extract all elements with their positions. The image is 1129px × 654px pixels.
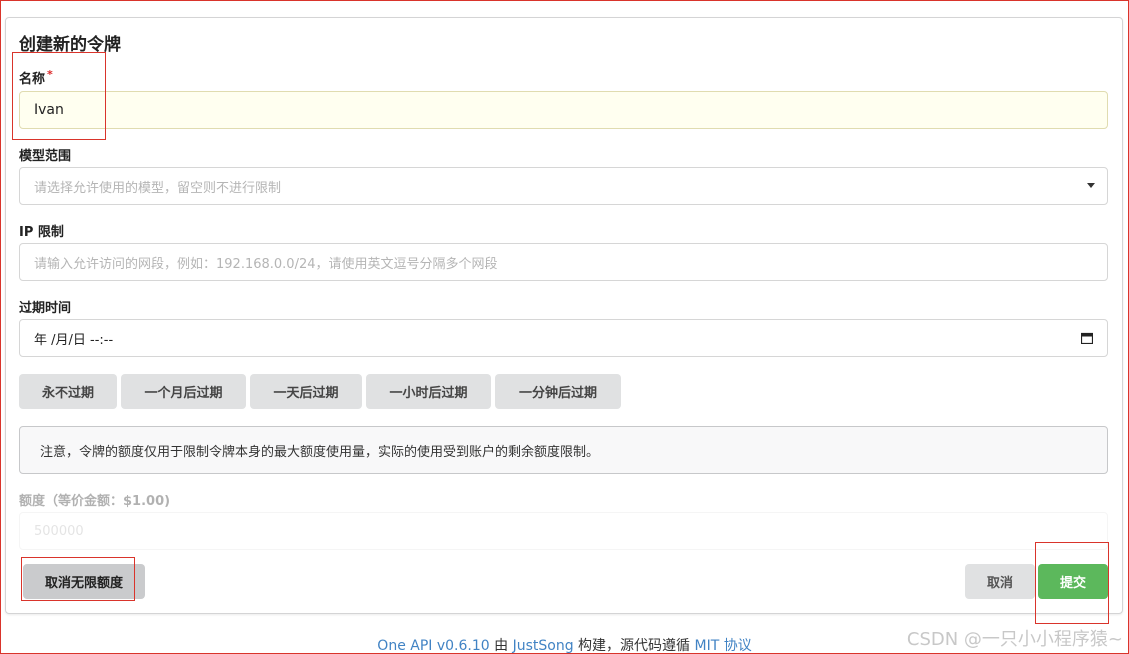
expire-one-minute-button[interactable]: 一分钟后过期 <box>495 374 621 409</box>
quota-placeholder: 500000 <box>34 523 84 539</box>
name-input-value: Ivan <box>34 102 64 118</box>
models-label: 模型范围 <box>19 149 72 164</box>
quota-input[interactable]: 500000 <box>19 512 1108 550</box>
footer-by: 由 <box>489 638 513 654</box>
submit-button[interactable]: 提交 <box>1038 564 1108 599</box>
watermark: CSDN @一只小小程序猿~ <box>906 629 1123 650</box>
expire-one-hour-button[interactable]: 一小时后过期 <box>366 374 491 409</box>
page-title: 创建新的令牌 <box>19 35 121 55</box>
notice-text: 注意，令牌的额度仅用于限制令牌本身的最大额度使用量，实际的使用受到账户的剩余额度… <box>40 444 600 460</box>
models-select[interactable]: 请选择允许使用的模型，留空则不进行限制 <box>19 167 1108 205</box>
footer-built: 构建，源代码遵循 <box>573 638 695 654</box>
author-link[interactable]: JustSong <box>513 638 574 654</box>
expire-value: 年 /月/日 --:-- <box>34 332 114 348</box>
dropdown-arrow-icon[interactable] <box>1087 183 1095 188</box>
license-link[interactable]: MIT 协议 <box>694 638 751 654</box>
quota-label: 额度（等价金额：$1.00) <box>19 494 171 509</box>
required-mark: * <box>47 68 53 81</box>
name-label-text: 名称 <box>19 72 46 87</box>
ip-label: IP 限制 <box>19 225 64 240</box>
ip-input[interactable]: 请输入允许访问的网段，例如：192.168.0.0/24，请使用英文逗号分隔多个… <box>19 243 1108 281</box>
never-expire-button[interactable]: 永不过期 <box>19 374 117 409</box>
cancel-button[interactable]: 取消 <box>965 564 1035 599</box>
cancel-unlimited-quota-button[interactable]: 取消无限额度 <box>23 564 145 599</box>
expire-label: 过期时间 <box>19 301 72 316</box>
quota-notice: 注意，令牌的额度仅用于限制令牌本身的最大额度使用量，实际的使用受到账户的剩余额度… <box>19 426 1108 474</box>
ip-placeholder: 请输入允许访问的网段，例如：192.168.0.0/24，请使用英文逗号分隔多个… <box>34 256 498 272</box>
expire-datetime-input[interactable]: 年 /月/日 --:-- <box>19 319 1108 357</box>
name-label: 名称 * <box>19 68 53 87</box>
expire-one-month-button[interactable]: 一个月后过期 <box>121 374 246 409</box>
name-input[interactable]: Ivan <box>19 91 1108 129</box>
expire-one-day-button[interactable]: 一天后过期 <box>250 374 362 409</box>
calendar-icon[interactable] <box>1081 332 1093 344</box>
app-version-link[interactable]: One API v0.6.10 <box>377 638 489 654</box>
models-placeholder: 请选择允许使用的模型，留空则不进行限制 <box>34 180 282 196</box>
